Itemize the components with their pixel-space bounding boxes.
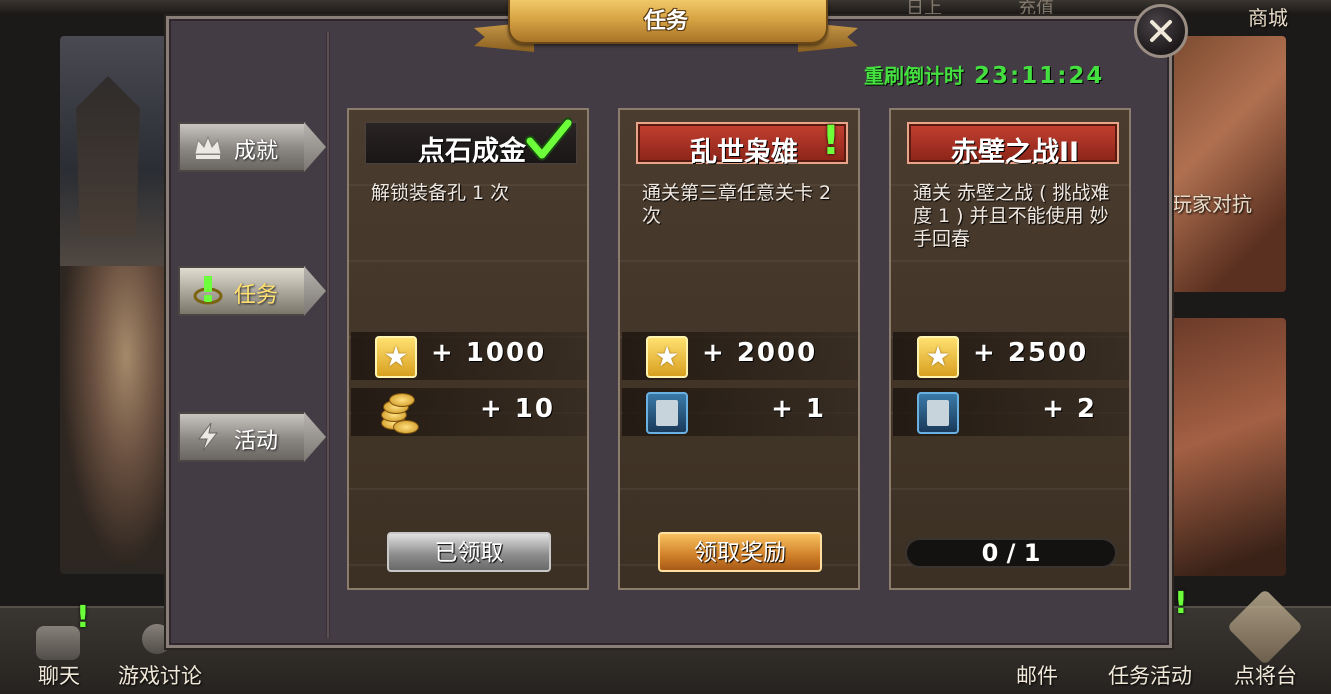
task-description: 通关 赤壁之战 ( 挑战难度 1 ) 并且不能使用 妙手回春 [913, 182, 1110, 250]
task-card-3: 赤壁之战II 通关 赤壁之战 ( 挑战难度 1 ) 并且不能使用 妙手回春 ★ … [889, 108, 1131, 590]
star-icon: ★ [917, 336, 959, 378]
task-title-plate: 赤壁之战II [907, 122, 1119, 168]
tab-achievements[interactable]: 成就 [178, 122, 328, 176]
pvp-panel[interactable] [1168, 36, 1286, 292]
reward-row: + 1 [622, 388, 858, 436]
tab-achievements-label: 成就 [234, 139, 279, 164]
tab-tasks[interactable]: 任务 [178, 266, 328, 320]
tab-events-label: 活动 [234, 429, 279, 454]
hero-illustration [60, 266, 170, 566]
task-name: 赤壁之战II [950, 137, 1080, 168]
mail-button[interactable]: 邮件 [1016, 660, 1058, 690]
task-activity-button[interactable]: 任务活动 [1108, 660, 1192, 690]
reward-row: + 2 [893, 388, 1129, 436]
lightning-icon [198, 422, 219, 452]
chat-icon[interactable] [36, 626, 80, 660]
discussion-button[interactable]: 游戏讨论 [118, 660, 202, 690]
battle-panel[interactable] [1168, 318, 1286, 576]
crown-icon [194, 135, 222, 159]
tab-events[interactable]: 活动 [178, 412, 328, 466]
eye-alert-icon [193, 276, 223, 305]
refresh-countdown: 23:11:24 [974, 63, 1105, 89]
task-title-plate: 点石成金 [365, 117, 577, 167]
card-pack-icon [646, 392, 688, 434]
checkmark-icon [524, 117, 572, 161]
card-pack-icon [917, 392, 959, 434]
claimed-button[interactable]: 已领取 [387, 532, 551, 572]
reward-value: + 2000 [702, 338, 818, 368]
refresh-label: 重刷倒计时 [864, 64, 964, 88]
claim-reward-button[interactable]: 领取奖励 [658, 532, 822, 572]
reward-row: ★ + 1000 [351, 332, 587, 380]
task-name: 点石成金 [418, 136, 526, 167]
gold-coins-icon [375, 392, 419, 434]
star-icon: ★ [375, 336, 417, 378]
pvp-label: 玩家对抗 [1172, 192, 1252, 216]
reward-row: + 10 [351, 388, 587, 436]
star-icon: ★ [646, 336, 688, 378]
task-card-2: 乱世枭雄 ! 通关第三章任意关卡 2 次 ★ + 2000 + 1 领取奖励 [618, 108, 860, 590]
chat-alert-icon: ! [76, 600, 90, 635]
title-banner: 任务 [474, 0, 858, 56]
chat-button[interactable]: 聊天 [38, 660, 80, 690]
background-hero-panel [60, 36, 170, 574]
exclamation-icon: ! [821, 118, 840, 164]
tab-tasks-label: 任务 [234, 283, 279, 308]
task-description: 解锁装备孔 1 次 [371, 182, 510, 204]
reward-row: ★ + 2500 [893, 332, 1129, 380]
task-activity-alert-icon: ! [1174, 586, 1188, 621]
close-icon [1150, 20, 1172, 42]
dialog-title: 任务 [643, 9, 688, 34]
task-description: 通关第三章任意关卡 2 次 [642, 182, 832, 227]
task-progress: 0 / 1 [905, 538, 1117, 568]
task-card-1: 点石成金 解锁装备孔 1 次 ★ + 1000 + 10 已领取 [347, 108, 589, 590]
reward-value: + 1000 [431, 338, 547, 368]
task-title-plate: 乱世枭雄 ! [636, 118, 848, 168]
reward-value: + 2500 [973, 338, 1089, 368]
castle-illustration [76, 76, 140, 236]
reward-row: ★ + 2000 [622, 332, 858, 380]
general-stage-button[interactable]: 点将台 [1234, 660, 1297, 690]
close-button[interactable] [1134, 4, 1188, 58]
reward-value: + 2 [1042, 394, 1097, 424]
reward-value: + 10 [479, 394, 555, 424]
reward-value: + 1 [771, 394, 826, 424]
refresh-timer: 重刷倒计时 23:11:24 [864, 60, 1104, 89]
shop-label[interactable]: 商城 [1248, 2, 1288, 31]
